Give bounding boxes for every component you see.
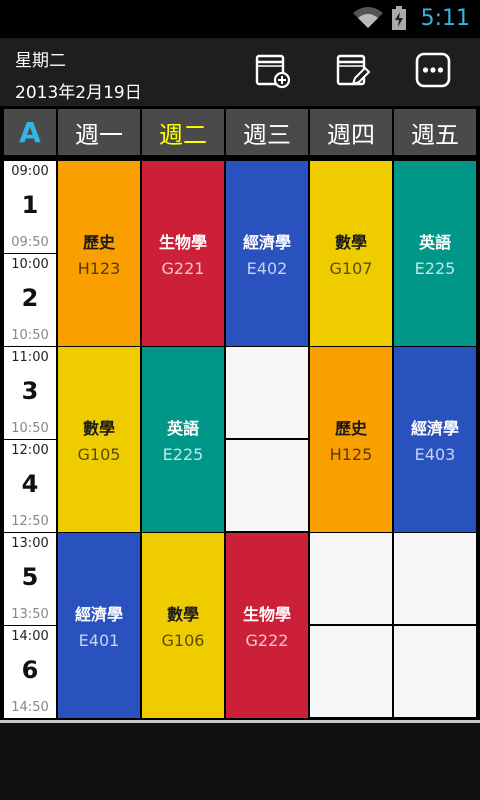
class-block[interactable]: 數學 G105 [58,347,140,532]
wifi-icon [353,7,383,28]
bottom-panel [0,723,480,800]
period-end-time: 13:50 [11,607,49,622]
class-name: 歷史 [82,233,115,252]
current-date: 2013年2月19日 [15,83,142,103]
class-room: E402 [246,259,288,278]
class-name: 英語 [418,233,451,252]
class-name: 經濟學 [410,419,459,438]
period-start-time: 09:00 [11,164,49,179]
period-end-time: 10:50 [11,328,49,343]
period-end-time: 14:50 [11,700,49,715]
period-end-time: 12:50 [11,514,49,529]
empty-slot[interactable] [394,626,476,717]
class-block[interactable]: 數學 G107 [310,161,392,346]
class-block[interactable]: 數學 G106 [142,533,224,718]
period-cell: 14:00 6 14:50 [4,626,56,718]
class-room: G105 [77,445,121,464]
empty-slot[interactable] [310,626,392,717]
class-room: H125 [329,445,373,464]
status-bar: 5:11 [0,0,480,38]
day-header[interactable]: 週二 [142,109,224,155]
calendar-add-icon [255,54,291,89]
period-cell: 09:00 1 09:50 [4,161,56,253]
class-name: 生物學 [158,233,207,252]
period-cell: 12:00 4 12:50 [4,440,56,532]
period-start-time: 12:00 [11,443,49,458]
day-header[interactable]: 週五 [394,109,476,155]
add-class-button[interactable] [252,50,292,90]
period-cell: 11:00 3 10:50 [4,347,56,439]
period-start-time: 11:00 [11,350,49,365]
class-block[interactable]: 生物學 G222 [226,533,308,718]
class-block[interactable]: 英語 E225 [394,161,476,346]
period-end-time: 10:50 [11,421,49,436]
class-room: G106 [161,631,205,650]
class-block[interactable]: 經濟學 E403 [394,347,476,532]
class-name: 英語 [166,419,199,438]
class-name: 數學 [166,605,199,624]
class-block[interactable]: 歷史 H125 [310,347,392,532]
class-room: H123 [77,259,121,278]
class-name: 數學 [82,419,115,438]
period-cell: 13:00 5 13:50 [4,533,56,625]
period-number: 4 [21,470,39,498]
class-name: 經濟學 [242,233,291,252]
class-room: E225 [162,445,204,464]
current-weekday: 星期二 [15,51,66,71]
period-number: 1 [21,191,39,219]
corner-label[interactable]: A [4,109,56,155]
more-options-icon [415,52,451,88]
class-room: E403 [414,445,456,464]
period-number: 6 [21,656,39,684]
class-name: 生物學 [242,605,291,624]
period-number: 3 [21,377,39,405]
class-block[interactable]: 經濟學 E402 [226,161,308,346]
class-name: 歷史 [334,419,367,438]
empty-slot[interactable] [310,533,392,624]
period-start-time: 10:00 [11,257,49,272]
empty-slot[interactable] [394,533,476,624]
class-name: 經濟學 [74,605,123,624]
class-name: 數學 [334,233,367,252]
period-start-time: 14:00 [11,629,49,644]
period-cell: 10:00 2 10:50 [4,254,56,346]
empty-slot[interactable] [226,440,308,531]
class-block[interactable]: 經濟學 E401 [58,533,140,718]
class-room: E401 [78,631,120,650]
period-number: 5 [21,563,39,591]
class-room: G221 [161,259,205,278]
class-room: G222 [245,631,289,650]
action-bar: 星期二 2013年2月19日 [0,38,480,106]
class-block[interactable]: 生物學 G221 [142,161,224,346]
day-header[interactable]: 週三 [226,109,308,155]
status-time: 5:11 [420,6,470,31]
class-block[interactable]: 歷史 H123 [58,161,140,346]
more-options-button[interactable] [413,50,453,90]
class-room: E225 [414,259,456,278]
day-header[interactable]: 週四 [310,109,392,155]
day-header[interactable]: 週一 [58,109,140,155]
week-header: A 週一 週二 週三 週四 週五 [0,107,480,157]
period-end-time: 09:50 [11,235,49,250]
empty-slot[interactable] [226,347,308,438]
edit-timetable-button[interactable] [333,50,373,90]
class-block[interactable]: 英語 E225 [142,347,224,532]
calendar-edit-icon [336,54,371,86]
class-room: G107 [329,259,373,278]
period-number: 2 [21,284,39,312]
period-start-time: 13:00 [11,536,49,551]
battery-icon [392,6,406,30]
